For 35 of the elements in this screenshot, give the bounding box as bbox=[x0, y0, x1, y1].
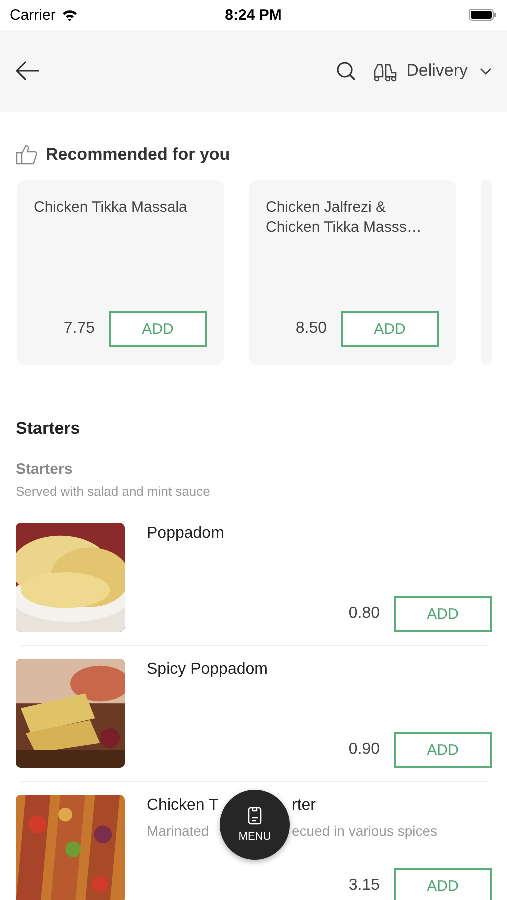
battery-icon bbox=[468, 9, 497, 21]
category-title: Starters bbox=[15, 460, 74, 478]
add-button[interactable]: ADD bbox=[394, 868, 492, 900]
clock-time: 8:24 PM bbox=[225, 6, 282, 24]
dish-price: 3.15 bbox=[348, 877, 380, 895]
delivery-dropdown[interactable]: Delivery bbox=[372, 60, 492, 82]
dish-price: 0.90 bbox=[348, 741, 380, 759]
dish-name: Spicy Poppadom bbox=[147, 660, 268, 679]
clipboard-icon bbox=[248, 807, 262, 825]
dish-name: Chicken Jalfrezi & Chicken Tikka Masss… bbox=[266, 198, 423, 238]
chevron-down-icon bbox=[480, 68, 492, 74]
dish-price: 0.80 bbox=[348, 605, 380, 623]
back-button[interactable] bbox=[15, 59, 41, 83]
search-button[interactable] bbox=[336, 61, 356, 81]
section-heading: Recommended for you bbox=[46, 145, 230, 165]
menu-button[interactable]: MENU bbox=[220, 790, 290, 860]
dish-name: Poppadom bbox=[147, 524, 224, 543]
dish-price: 7.75 bbox=[64, 320, 95, 338]
search-icon bbox=[336, 61, 356, 81]
thumbs-up-icon bbox=[16, 144, 38, 166]
add-button[interactable]: ADD bbox=[394, 596, 492, 632]
category-description: Served with salad and mint sauce bbox=[15, 483, 212, 499]
add-button[interactable]: ADD bbox=[109, 311, 207, 347]
section-heading: Starters bbox=[15, 418, 82, 439]
dish-name: Chicken Tikka Massala bbox=[34, 198, 188, 218]
dish-price: 8.50 bbox=[296, 320, 327, 338]
dish-description: ecued in various spices bbox=[292, 823, 438, 839]
wifi-icon bbox=[62, 8, 78, 22]
add-button[interactable]: ADD bbox=[394, 732, 492, 768]
dish-description: Marinated bbox=[147, 823, 210, 839]
dish-name: Chicken T bbox=[147, 796, 219, 815]
carrier-name: Carrier bbox=[10, 6, 56, 24]
back-arrow-icon bbox=[15, 59, 41, 83]
dish-name: rter bbox=[292, 796, 316, 815]
add-button[interactable]: ADD bbox=[341, 311, 439, 347]
